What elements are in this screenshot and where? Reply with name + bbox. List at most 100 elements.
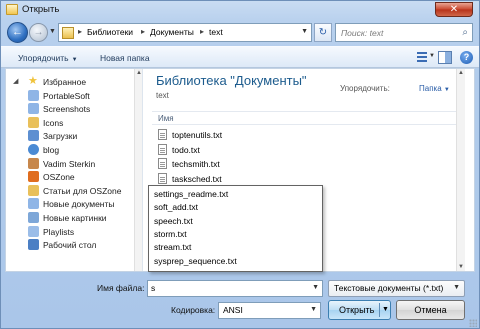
sidebar-item-label: Vadim Sterkin — [43, 158, 96, 169]
sidebar-item[interactable]: PortableSoft — [6, 89, 142, 103]
search-input[interactable]: Поиск: text ⌕ — [335, 23, 473, 42]
chevron-down-icon: ▼ — [443, 87, 450, 93]
arrange-by-dropdown[interactable]: Папка ▼ — [419, 84, 450, 93]
file-item[interactable]: toptenutils.txt — [158, 129, 308, 142]
search-icon[interactable]: ⌕ — [462, 27, 468, 38]
autocomplete-item[interactable]: speech.txt — [154, 216, 193, 226]
organize-label: Упорядочить — [18, 53, 69, 63]
playlist-icon — [28, 225, 39, 237]
recent-pages-dropdown[interactable]: ▼ — [49, 28, 56, 35]
document-icon — [28, 198, 39, 210]
expand-arrow-icon[interactable]: ◢ — [13, 77, 18, 85]
sidebar-item[interactable]: Статьи для OSZone — [6, 184, 142, 198]
close-button[interactable]: ✕ — [435, 2, 473, 17]
arrange-by-label: Упорядочить: — [340, 84, 390, 93]
cancel-button[interactable]: Отмена — [396, 300, 465, 320]
text-file-icon — [158, 129, 167, 140]
arrange-by-value: Папка — [419, 84, 442, 93]
file-name: todo.txt — [172, 144, 200, 155]
back-arrow-icon: ← — [12, 26, 23, 38]
organize-button[interactable]: Упорядочить ▼ — [18, 53, 78, 63]
sidebar-item-label: Icons — [43, 117, 64, 128]
address-bar[interactable]: ▸ Библиотеки ▸ Документы ▸ text ▼ — [58, 23, 312, 42]
breadcrumb-separator-icon[interactable]: ▸ — [78, 27, 82, 36]
autocomplete-dropdown: settings_readme.txt soft_add.txt speech.tx… — [148, 185, 323, 272]
globe-icon — [28, 144, 39, 155]
back-button[interactable]: ← — [7, 22, 28, 43]
file-item[interactable]: todo.txt — [158, 143, 308, 157]
search-placeholder: Поиск: text — [341, 28, 384, 38]
file-item[interactable]: techsmith.txt — [158, 158, 308, 171]
sidebar-item-label: Рабочий стол — [43, 240, 97, 251]
sidebar-item[interactable]: Icons — [6, 116, 142, 130]
sidebar-item-label: Новые документы — [43, 199, 115, 210]
breadcrumb-separator-icon[interactable]: ▸ — [200, 27, 204, 36]
library-icon — [62, 27, 74, 39]
filename-field[interactable]: s ▼ — [147, 280, 323, 297]
navigation-bar: ← → ▼ ▸ Библиотеки ▸ Документы ▸ text ▼ … — [1, 21, 479, 45]
breadcrumb-libraries[interactable]: Библиотеки — [87, 27, 133, 37]
sidebar-scrollbar[interactable] — [134, 69, 142, 271]
user-icon — [28, 157, 39, 169]
refresh-button[interactable]: ↻ — [314, 23, 332, 42]
sidebar-item[interactable]: Playlists — [6, 225, 142, 239]
folder-icon — [6, 4, 18, 15]
autocomplete-item[interactable]: sysprep_sequence.txt — [154, 256, 237, 266]
sidebar-item-label: Избранное — [43, 77, 87, 87]
column-header-name[interactable]: Имя — [152, 111, 462, 125]
breadcrumb-documents[interactable]: Документы — [150, 27, 194, 37]
help-button[interactable]: ? — [460, 51, 473, 64]
chevron-down-icon[interactable]: ▼ — [312, 284, 319, 291]
filename-value: s — [151, 283, 156, 293]
autocomplete-item[interactable]: soft_add.txt — [154, 202, 198, 212]
title-bar: Открыть ✕ — [1, 1, 479, 19]
forward-button[interactable]: → — [29, 23, 48, 42]
open-button[interactable]: Открыть ▼ — [328, 300, 391, 320]
resize-grip[interactable] — [469, 319, 477, 327]
autocomplete-item[interactable]: settings_readme.txt — [154, 189, 228, 199]
navigation-pane[interactable]: ◢ ★ Избранное PortableSoft Screenshots Icons З… — [6, 69, 143, 271]
star-icon: ★ — [28, 75, 38, 87]
osz-icon — [28, 171, 39, 183]
file-item[interactable]: tasksched.txt — [158, 172, 308, 186]
sidebar-item-label: PortableSoft — [43, 90, 90, 101]
breadcrumb-separator-icon[interactable]: ▸ — [141, 27, 145, 36]
encoding-select[interactable]: ANSI ▼ — [218, 302, 321, 319]
encoding-value: ANSI — [223, 305, 243, 315]
file-name: tasksched.txt — [172, 173, 222, 184]
forward-arrow-icon: → — [33, 27, 44, 38]
view-options-button[interactable]: ▼ — [415, 51, 435, 64]
split-divider — [379, 303, 380, 317]
open-options-dropdown[interactable]: ▼ — [382, 306, 389, 313]
sidebar-item[interactable]: ◢ ★ Избранное — [6, 75, 142, 89]
new-folder-button[interactable]: Новая папка — [100, 53, 150, 63]
view-list-icon — [417, 52, 427, 62]
file-type-select[interactable]: Текстовые документы (*.txt) ▼ — [328, 280, 465, 297]
autocomplete-item[interactable]: stream.txt — [154, 242, 191, 252]
sidebar-item[interactable]: Новые картинки — [6, 212, 142, 225]
text-file-icon — [158, 172, 167, 184]
sidebar-item[interactable]: Загрузки — [6, 130, 142, 143]
chevron-down-icon: ▼ — [71, 57, 78, 63]
file-list-scrollbar[interactable] — [456, 69, 465, 271]
open-button-label: Открыть — [339, 305, 375, 315]
sidebar-item-label: Статьи для OSZone — [43, 185, 122, 196]
breadcrumb-text[interactable]: text — [209, 27, 223, 37]
window-title: Открыть — [22, 4, 60, 15]
sidebar-item[interactable]: Рабочий стол — [6, 239, 142, 252]
text-file-icon — [158, 143, 167, 155]
sidebar-item[interactable]: Screenshots — [6, 103, 142, 116]
sidebar-item-label: Загрузки — [43, 131, 78, 142]
sidebar-item-label: Screenshots — [43, 104, 91, 115]
address-dropdown-icon[interactable]: ▼ — [301, 28, 308, 35]
sidebar-item[interactable]: Vadim Sterkin — [6, 157, 142, 171]
sidebar-item[interactable]: blog — [6, 144, 142, 157]
autocomplete-item[interactable]: storm.txt — [154, 229, 187, 239]
file-name: techsmith.txt — [172, 159, 220, 169]
sidebar-item[interactable]: OSZone — [6, 171, 142, 184]
preview-pane-button[interactable] — [438, 51, 452, 64]
folder-icon — [28, 116, 39, 128]
file-type-value: Текстовые документы (*.txt) — [334, 283, 444, 293]
sidebar-item[interactable]: Новые документы — [6, 198, 142, 211]
close-icon: ✕ — [449, 4, 459, 15]
